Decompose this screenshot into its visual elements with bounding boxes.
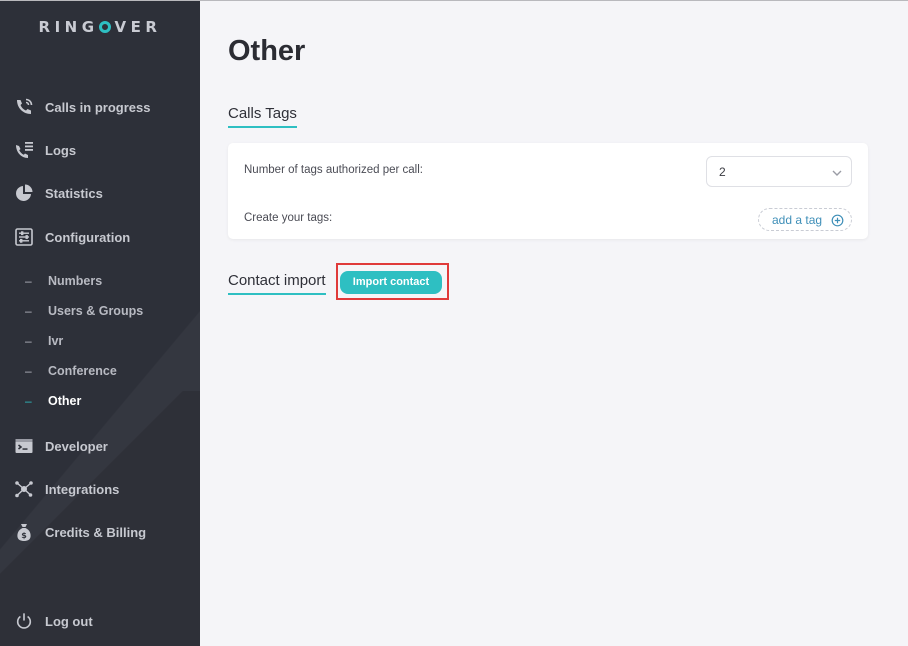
create-tags-label: Create your tags:: [244, 212, 333, 224]
sidebar-item-credits-billing[interactable]: $ Credits & Billing: [0, 519, 200, 545]
sidebar-item-configuration[interactable]: Configuration: [0, 224, 200, 250]
pie-chart-icon: [13, 182, 35, 204]
sidebar-subitem-label: Ivr: [48, 334, 64, 348]
sidebar-subitem-numbers[interactable]: – Numbers: [0, 272, 200, 294]
logo-ring-icon: [98, 21, 111, 33]
sidebar-subitem-label: Users & Groups: [48, 304, 144, 318]
sidebar-item-label: Credits & Billing: [45, 524, 147, 540]
terminal-icon: [13, 435, 35, 457]
sidebar-item-label: Statistics: [45, 185, 103, 201]
sidebar-item-label: Calls in progress: [45, 99, 151, 115]
tags-per-call-label: Number of tags authorized per call:: [244, 164, 423, 176]
network-icon: [13, 478, 35, 500]
calls-tags-card: Number of tags authorized per call: 2 Cr…: [228, 143, 868, 239]
sidebar-item-label: Configuration: [45, 229, 131, 245]
logout-button[interactable]: Log out: [0, 608, 200, 634]
sidebar: RING VER Calls in progress Logs Statistic…: [0, 1, 200, 646]
plus-circle-icon: [831, 214, 844, 227]
sidebar-subitem-label: Numbers: [48, 274, 103, 288]
power-icon: [13, 610, 35, 632]
call-log-icon: [13, 139, 35, 161]
sliders-icon: [13, 226, 35, 248]
sidebar-item-calls-in-progress[interactable]: Calls in progress: [0, 94, 200, 120]
svg-text:$: $: [21, 531, 27, 540]
add-tag-button[interactable]: add a tag: [758, 208, 852, 231]
sidebar-item-label: Developer: [45, 438, 108, 454]
sidebar-subitem-conference[interactable]: – Conference: [0, 362, 200, 384]
sidebar-item-label: Integrations: [45, 481, 120, 497]
sidebar-subitem-label: Conference: [48, 364, 117, 378]
sidebar-item-statistics[interactable]: Statistics: [0, 180, 200, 206]
add-tag-label: add a tag: [772, 213, 823, 227]
sidebar-subitem-users-groups[interactable]: – Users & Groups: [0, 302, 200, 324]
logo-text-start: RING: [38, 18, 99, 36]
import-contact-button[interactable]: Import contact: [340, 271, 442, 294]
sidebar-item-integrations[interactable]: Integrations: [0, 476, 200, 502]
contact-import-section-title: Contact import: [228, 272, 326, 295]
sidebar-item-logs[interactable]: Logs: [0, 137, 200, 163]
logout-label: Log out: [45, 613, 93, 629]
chevron-down-icon: [831, 166, 843, 178]
money-bag-icon: $: [13, 521, 35, 543]
subitem-dash: –: [25, 274, 32, 288]
calls-tags-section-title: Calls Tags: [228, 105, 297, 128]
phone-in-progress-icon: [13, 96, 35, 118]
subitem-dash: –: [25, 334, 32, 348]
main-content: Other Calls Tags Number of tags authoriz…: [200, 1, 908, 646]
page-title: Other: [228, 35, 306, 67]
subitem-dash: –: [25, 394, 32, 408]
sidebar-item-developer[interactable]: Developer: [0, 433, 200, 459]
tags-per-call-value: 2: [719, 165, 726, 179]
ringover-logo[interactable]: RING VER: [0, 18, 200, 36]
sidebar-subitem-ivr[interactable]: – Ivr: [0, 332, 200, 354]
sidebar-subitem-label: Other: [48, 394, 82, 408]
sidebar-subitem-other[interactable]: – Other: [0, 392, 200, 414]
tags-per-call-select[interactable]: 2: [706, 156, 852, 187]
window-top-border: [0, 0, 908, 1]
logo-text-end: VER: [114, 18, 162, 36]
subitem-dash: –: [25, 304, 32, 318]
subitem-dash: –: [25, 364, 32, 378]
sidebar-item-label: Logs: [45, 142, 77, 158]
